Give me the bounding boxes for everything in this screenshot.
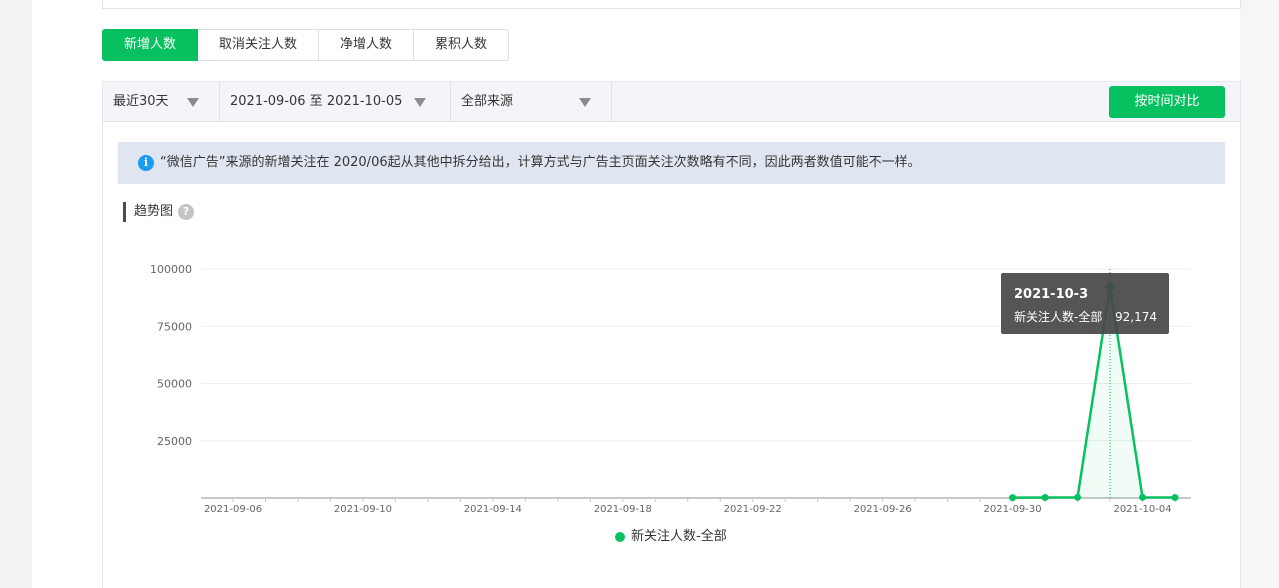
y-tick-label: 25000: [157, 435, 192, 448]
chart-legend[interactable]: 新关注人数-全部: [615, 528, 727, 546]
left-strip: [0, 0, 32, 588]
y-tick-label: 50000: [157, 378, 192, 391]
y-tick-label: 100000: [150, 263, 192, 276]
x-tick-label: 2021-09-10: [334, 504, 392, 512]
tooltip-row: 新关注人数-全部 92,174: [1014, 308, 1157, 326]
x-tick-label: 2021-09-30: [984, 504, 1042, 512]
chart-tooltip: 2021-10-3 新关注人数-全部 92,174: [1001, 273, 1169, 334]
x-tick-label: 2021-09-22: [724, 504, 782, 512]
legend-label: 新关注人数-全部: [631, 529, 727, 544]
x-tick-label: 2021-09-14: [464, 504, 522, 512]
tab-net-growth[interactable]: 净增人数: [319, 29, 415, 61]
data-point: [1041, 494, 1049, 502]
legend-swatch: [615, 532, 625, 542]
tab-cumulative[interactable]: 累积人数: [414, 29, 510, 61]
tooltip-value: 92,174: [1115, 310, 1157, 324]
data-point: [1171, 494, 1179, 502]
data-point: [1009, 494, 1017, 502]
stats-panel: 最近30天 2021-09-06 至 2021-10-05 全部来源 按时间对比…: [102, 81, 1241, 588]
x-tick-label: 2021-10-04: [1113, 504, 1171, 512]
tab-unfollowers[interactable]: 取消关注人数: [198, 29, 320, 61]
data-point: [1139, 493, 1147, 501]
main-content: 新增人数 取消关注人数 净增人数 累积人数 最近30天 2021-09-06 至…: [32, 0, 1241, 588]
tooltip-series-label: 新关注人数-全部: [1014, 310, 1103, 324]
y-tick-label: 75000: [157, 320, 192, 333]
x-tick-label: 2021-09-18: [594, 504, 652, 512]
x-tick-label: 2021-09-26: [854, 504, 912, 512]
data-point: [1074, 493, 1082, 501]
tab-new-followers[interactable]: 新增人数: [102, 29, 199, 61]
x-tick-label: 2021-09-06: [204, 504, 262, 512]
top-card: [102, 0, 1241, 9]
metric-tabs: 新增人数 取消关注人数 净增人数 累积人数: [102, 29, 510, 61]
tooltip-date: 2021-10-3: [1014, 287, 1089, 302]
